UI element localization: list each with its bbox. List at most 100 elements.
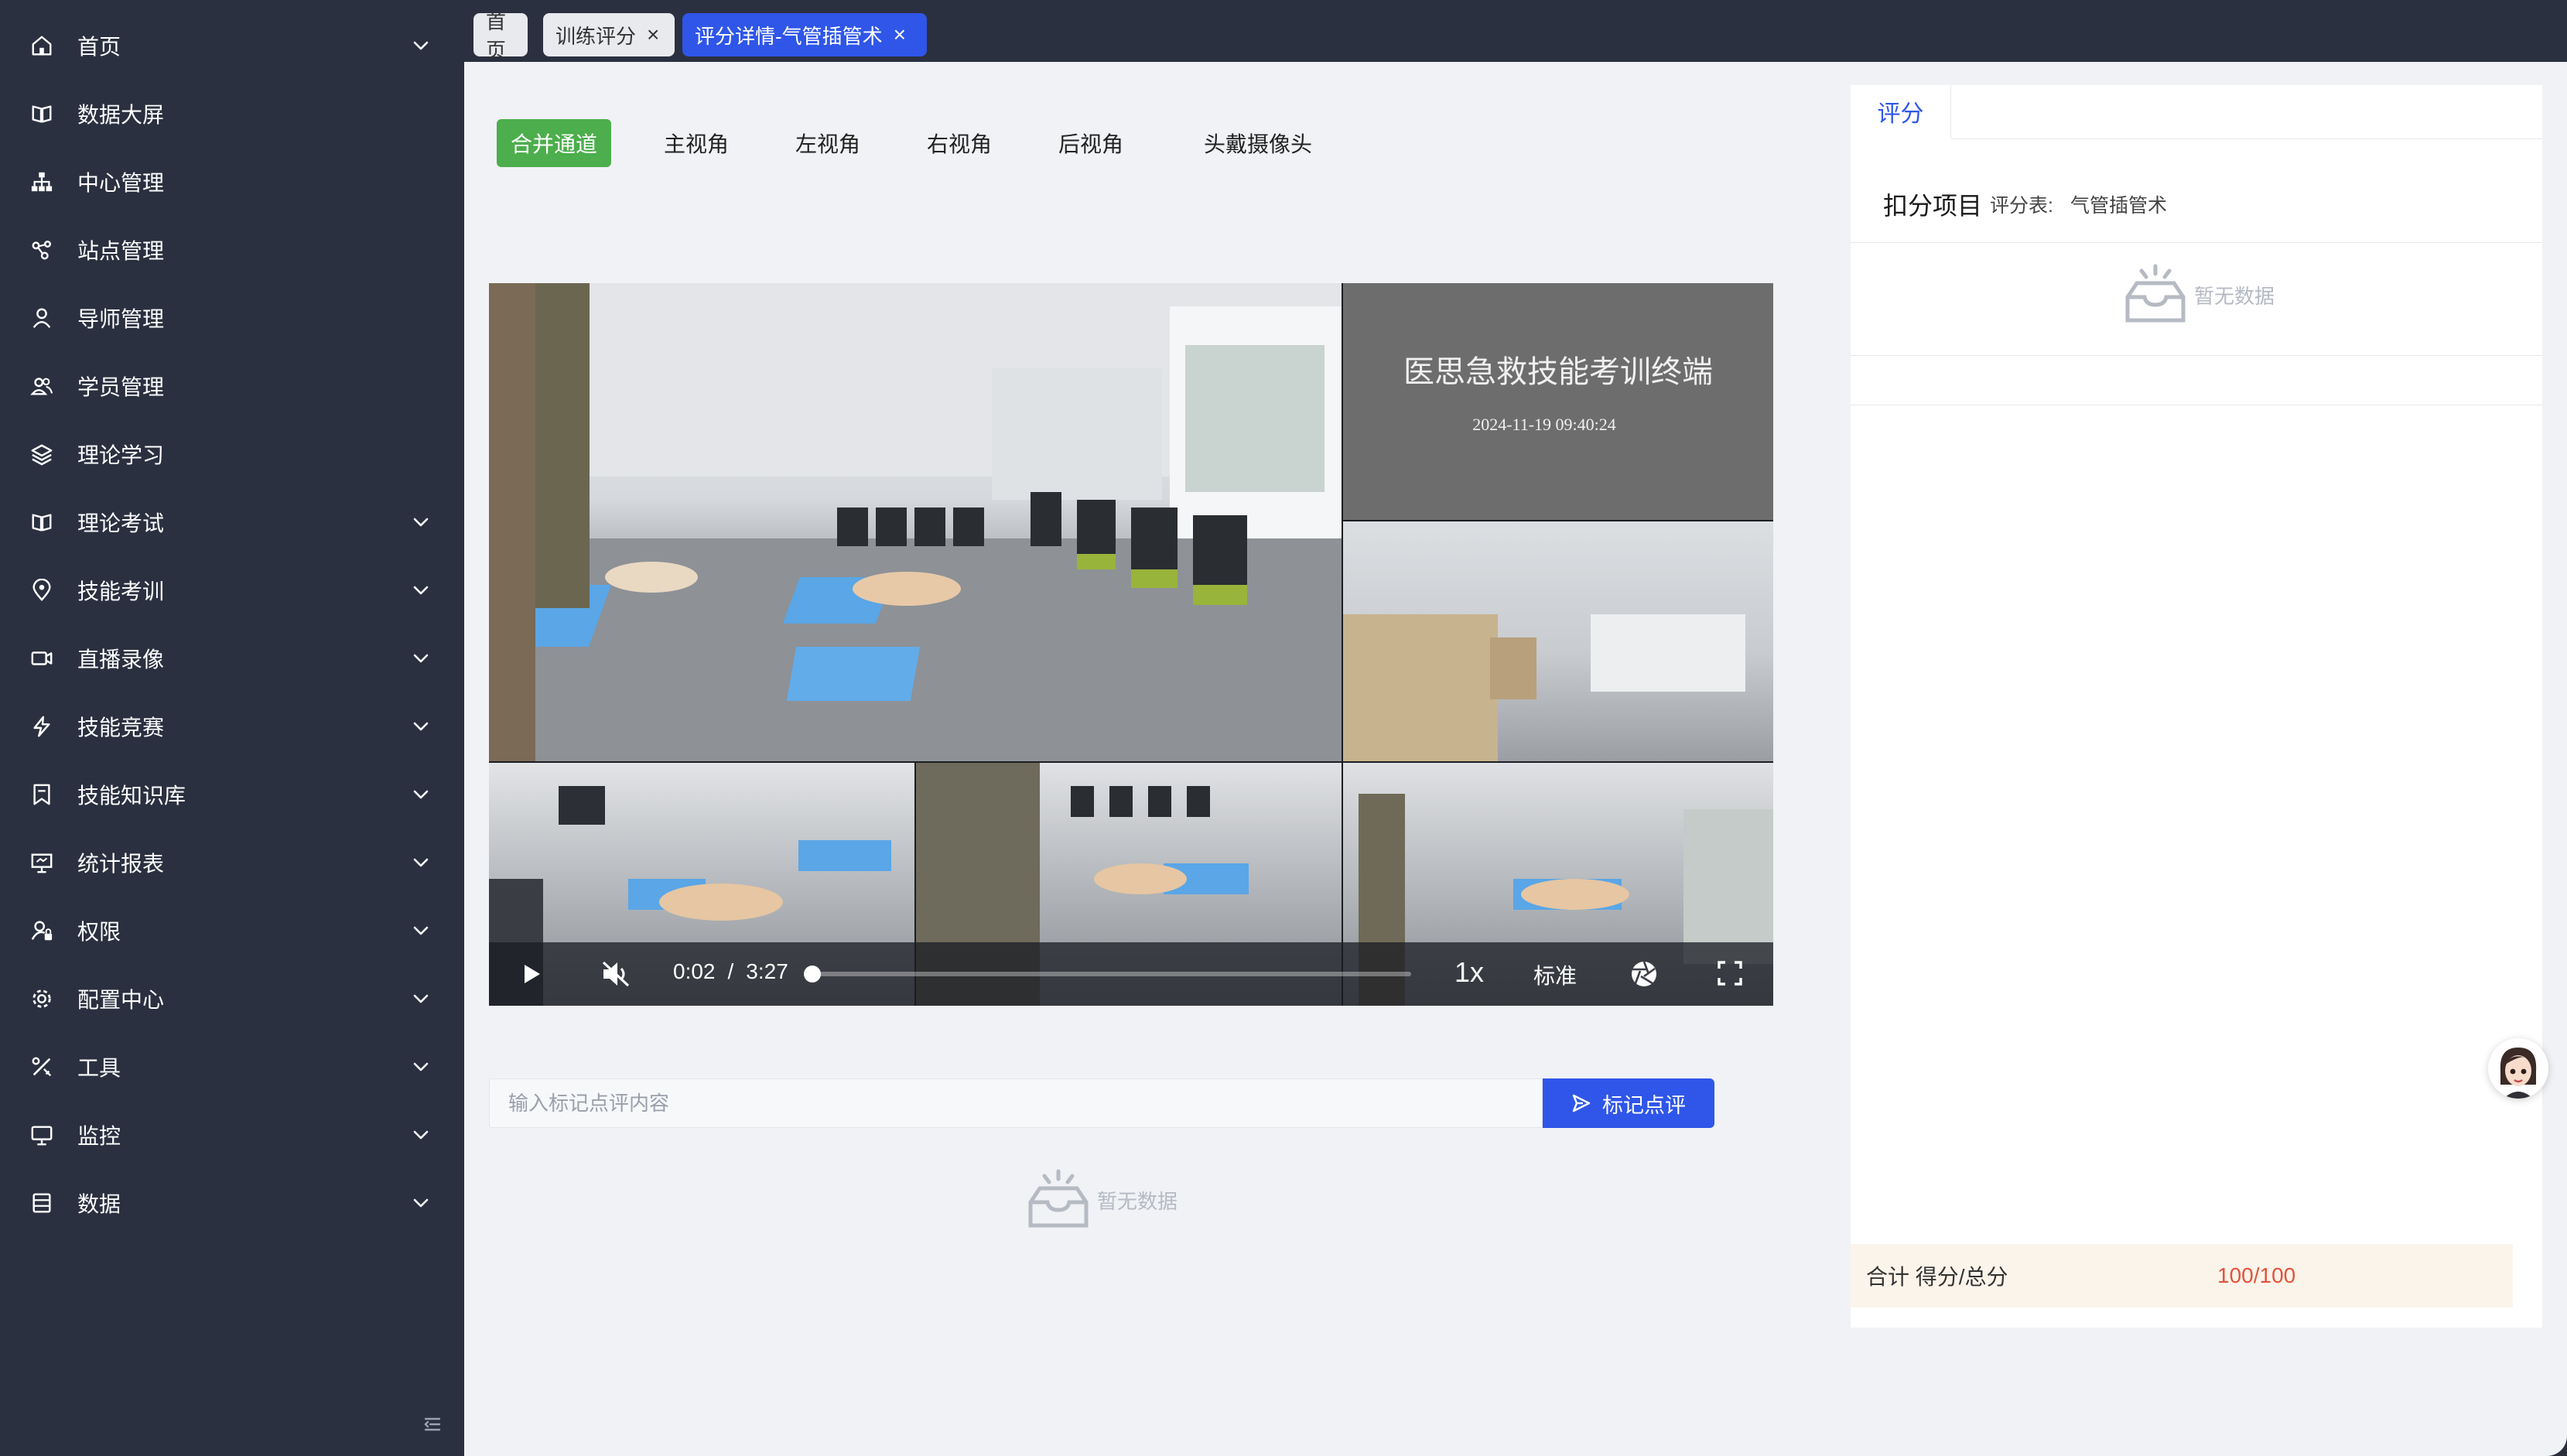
total-row: 合计 得分/总分 100/100 — [1851, 1244, 2513, 1307]
sidebar-item[interactable]: 技能竞赛 — [0, 692, 464, 760]
sidebar-item-label: 直播录像 — [77, 648, 165, 672]
tab-score[interactable]: 评分 — [1851, 85, 1951, 139]
view-tab-headcam[interactable]: 头戴摄像头 — [1190, 119, 1326, 167]
mark-comment-label: 标记点评 — [1602, 1093, 1686, 1117]
sidebar-item[interactable]: 理论学习 — [0, 420, 464, 488]
sidebar-item[interactable]: 数据 — [0, 1169, 464, 1237]
sidebar-item-label: 配置中心 — [77, 988, 165, 1012]
chevron-down-icon[interactable] — [410, 852, 432, 873]
deduction-header: 扣分项目 评分表: 气管插管术 — [1851, 166, 2542, 243]
tab-score-detail[interactable]: 评分详情-气管插管术 × — [682, 13, 927, 56]
book-icon — [29, 101, 54, 126]
view-tab-main[interactable]: 主视角 — [650, 119, 743, 167]
sidebar-item[interactable]: 配置中心 — [0, 965, 464, 1033]
sidebar-item[interactable]: 学员管理 — [0, 352, 464, 420]
sheet-name: 气管插管术 — [2070, 194, 2167, 217]
close-icon[interactable]: × — [894, 24, 906, 46]
presentation-icon — [29, 850, 54, 875]
chevron-down-icon[interactable] — [410, 648, 432, 669]
fullscreen-icon[interactable] — [1716, 959, 1744, 987]
chevron-down-icon[interactable] — [410, 579, 432, 601]
sidebar-item-label: 站点管理 — [77, 239, 165, 263]
assistant-avatar[interactable] — [2488, 1038, 2548, 1099]
database-icon — [29, 1191, 54, 1215]
main-content: 合并通道 主视角 左视角 右视角 后视角 头戴摄像头 医思急救技能考训终端 20… — [464, 62, 2567, 1456]
gear-icon — [29, 986, 54, 1011]
camera-shutter-icon[interactable] — [1629, 959, 1659, 989]
close-icon[interactable]: × — [647, 24, 659, 46]
sidebar-item[interactable]: 监控 — [0, 1101, 464, 1169]
sidebar-item[interactable]: 直播录像 — [0, 624, 464, 692]
tab-training-score[interactable]: 训练评分 × — [543, 13, 675, 56]
share-nodes-icon — [29, 238, 54, 262]
sidebar-item[interactable]: 中心管理 — [0, 148, 464, 216]
tools-icon — [29, 1054, 54, 1079]
bookmark-icon — [29, 782, 54, 807]
chevron-down-icon[interactable] — [410, 1192, 432, 1214]
chevron-down-icon[interactable] — [410, 920, 432, 942]
sidebar-item-label: 技能竞赛 — [77, 716, 165, 740]
view-tab-rear[interactable]: 后视角 — [1044, 119, 1137, 167]
sidebar-item[interactable]: 技能考训 — [0, 556, 464, 624]
empty-inbox-icon — [2125, 264, 2186, 323]
chevron-down-icon[interactable] — [410, 511, 432, 533]
progress-track[interactable] — [803, 966, 1411, 983]
progress-thumb[interactable] — [803, 966, 821, 983]
view-tab-label: 合并通道 — [511, 132, 598, 156]
app-window: 首页 数据大屏中心管理站点管理导师管理学员管理 理论学习理论考试技能考训直播录像技能… — [0, 0, 2567, 1456]
sidebar-item[interactable]: 技能知识库 — [0, 760, 464, 829]
sidebar-item[interactable]: 站点管理 — [0, 216, 464, 284]
sidebar-item-label: 理论考试 — [77, 511, 165, 535]
sidebar-item-label: 技能知识库 — [77, 784, 186, 808]
chevron-down-icon[interactable] — [410, 988, 432, 1010]
view-tab-label: 右视角 — [927, 132, 993, 156]
section-title: 扣分项目 — [1883, 191, 1983, 220]
sidebar-item[interactable]: 首页 — [0, 12, 464, 80]
tab-label: 评分详情-气管插管术 — [695, 24, 883, 48]
camera-main-feed — [489, 283, 1342, 761]
lightning-icon — [29, 714, 54, 739]
home-icon — [29, 33, 54, 58]
sidebar-item-label: 数据 — [77, 1192, 121, 1216]
sidebar-item-label: 导师管理 — [77, 307, 165, 331]
score-panel: 评分 扣分项目 评分表: 气管插管术 暂无数据 合计 得分/总分 100/100 — [1851, 85, 2542, 1328]
sidebar-item-label: 统计报表 — [77, 852, 165, 876]
user-lock-icon — [29, 918, 54, 943]
sidebar-item[interactable]: 理论考试 — [0, 488, 464, 556]
view-tab-right[interactable]: 右视角 — [913, 119, 1006, 167]
sidebar-item[interactable]: 统计报表 — [0, 829, 464, 897]
mark-comment-button[interactable]: 标记点评 — [1543, 1078, 1714, 1128]
mute-icon[interactable] — [600, 959, 631, 989]
chevron-down-icon[interactable] — [410, 35, 432, 56]
view-tab-left[interactable]: 左视角 — [781, 119, 874, 167]
chevron-down-icon[interactable] — [410, 1124, 432, 1146]
view-tab-merged[interactable]: 合并通道 — [497, 119, 612, 167]
sheet-prefix: 评分表: — [1990, 194, 2053, 217]
chevron-down-icon[interactable] — [410, 784, 432, 805]
time-separator: / — [727, 959, 734, 983]
sidebar-item[interactable]: 工具 — [0, 1033, 464, 1101]
sidebar-item[interactable]: 数据大屏 — [0, 80, 464, 148]
collapse-sidebar-icon[interactable] — [421, 1413, 444, 1436]
play-icon[interactable] — [518, 961, 545, 987]
playback-speed-button[interactable]: 1x — [1454, 956, 1484, 989]
chevron-down-icon[interactable] — [410, 1056, 432, 1078]
location-pin-icon — [29, 578, 54, 603]
sidebar-item-label: 监控 — [77, 1124, 121, 1148]
deduction-list: 暂无数据 — [1851, 244, 2542, 356]
deduction-empty-state: 暂无数据 — [2123, 263, 2275, 326]
sidebar-item[interactable]: 权限 — [0, 897, 464, 965]
current-time: 0:02 — [673, 959, 716, 983]
sidebar-item-label: 中心管理 — [77, 171, 165, 195]
empty-text: 暂无数据 — [2194, 284, 2275, 308]
note-input[interactable] — [489, 1078, 1543, 1128]
book-icon — [29, 510, 54, 535]
video-player[interactable]: 医思急救技能考训终端 2024-11-19 09:40:24 0:02 / 3:… — [489, 283, 1773, 1006]
chevron-down-icon[interactable] — [410, 716, 432, 737]
sidebar-item[interactable]: 导师管理 — [0, 284, 464, 352]
tab-label: 首页 — [486, 10, 507, 62]
users-icon — [29, 374, 54, 398]
layers-icon — [29, 442, 54, 467]
tab-home[interactable]: 首页 — [473, 10, 528, 62]
quality-button[interactable]: 标准 — [1533, 959, 1577, 990]
